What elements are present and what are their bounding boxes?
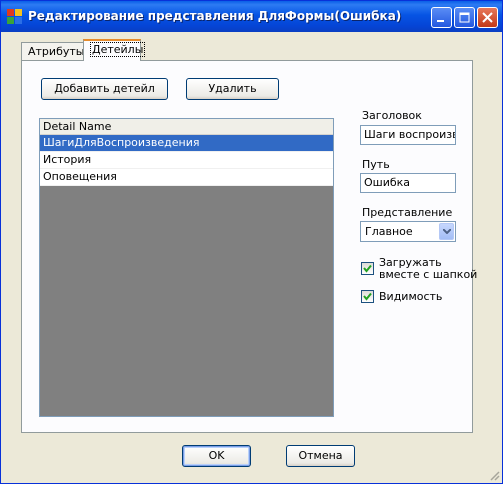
tab-details-label: Детейлы	[90, 42, 146, 57]
resize-grip-icon[interactable]	[488, 469, 500, 481]
visible-label: Видимость	[379, 290, 443, 303]
path-label: Путь	[362, 158, 390, 171]
view-select-dropdown-button[interactable]	[439, 223, 454, 240]
view-select[interactable]: Главное	[360, 221, 456, 242]
caption-label: Заголовок	[362, 109, 422, 122]
load-with-header-label-line2: вместе с шапкой	[379, 268, 478, 281]
visible-checkbox[interactable]	[361, 290, 374, 303]
app-icon	[7, 9, 23, 25]
details-list[interactable]: Detail Name ШагиДляВоспроизведения Истор…	[39, 118, 334, 417]
maximize-icon	[459, 12, 470, 23]
window-title: Редактирование представления ДляФормы(Ош…	[28, 9, 402, 23]
checkmark-icon	[363, 264, 372, 273]
add-detail-button[interactable]: Добавить детейл	[41, 78, 168, 100]
load-with-header-label: Загружать вместе с шапкой	[379, 257, 477, 281]
delete-button[interactable]: Удалить	[186, 78, 279, 100]
list-item[interactable]: Оповещения	[40, 169, 333, 186]
list-column-header[interactable]: Detail Name	[40, 119, 333, 135]
minimize-icon	[437, 20, 444, 22]
title-bar[interactable]: Редактирование представления ДляФормы(Ош…	[1, 1, 502, 32]
dialog-window: Редактирование представления ДляФормы(Ош…	[0, 0, 503, 484]
ok-button[interactable]: OK	[182, 445, 251, 467]
maximize-button[interactable]	[454, 7, 475, 28]
caption-field[interactable]: Шаги воспроизве	[360, 125, 456, 145]
tab-attributes[interactable]: Атрибуты	[21, 42, 85, 60]
tab-details[interactable]: Детейлы	[83, 39, 146, 61]
load-with-header-checkbox[interactable]	[361, 262, 374, 275]
close-button[interactable]	[477, 7, 498, 28]
cancel-button[interactable]: Отмена	[286, 445, 355, 467]
checkmark-icon	[363, 292, 372, 301]
tab-attributes-label: Атрибуты	[28, 45, 85, 58]
path-field[interactable]: Ошибка	[360, 173, 456, 193]
close-icon	[482, 12, 493, 23]
list-item[interactable]: ШагиДляВоспроизведения	[40, 135, 333, 152]
minimize-button[interactable]	[431, 7, 452, 28]
list-item[interactable]: История	[40, 152, 333, 169]
view-select-value: Главное	[365, 225, 413, 238]
chevron-down-icon	[443, 229, 451, 234]
view-label: Представление	[362, 206, 453, 219]
